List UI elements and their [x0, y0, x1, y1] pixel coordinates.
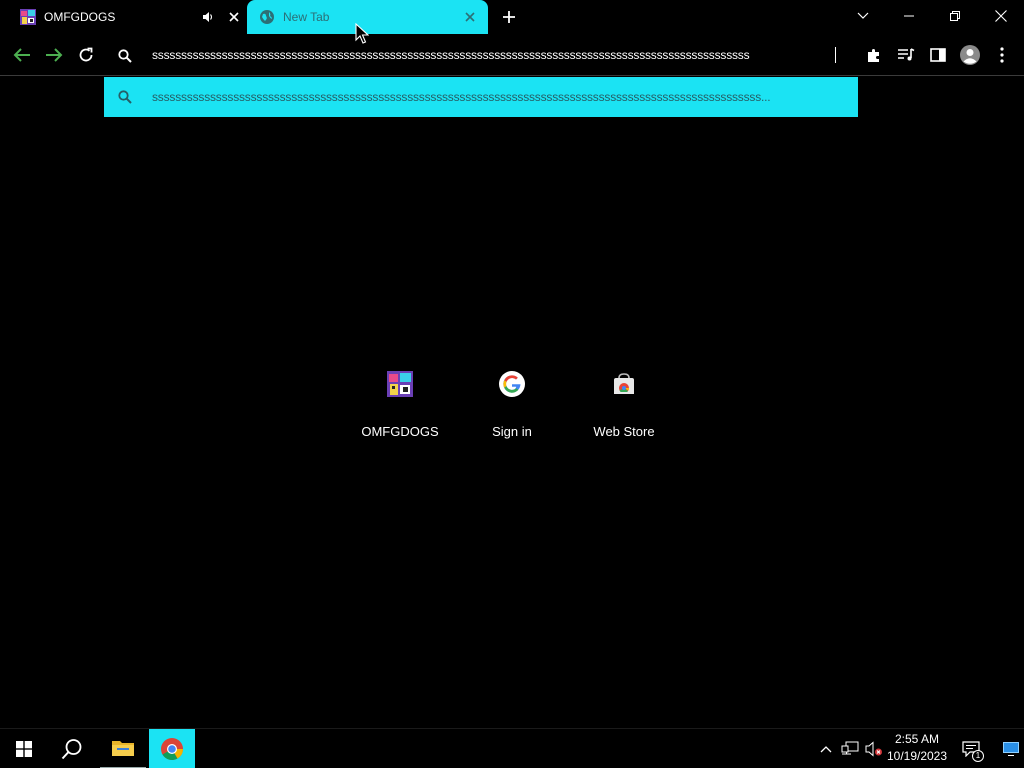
search-icon — [118, 90, 132, 104]
mouse-cursor-icon — [355, 23, 369, 44]
file-explorer-button[interactable] — [100, 729, 146, 768]
google-g-icon — [499, 371, 525, 397]
show-desktop-button[interactable] — [998, 729, 1024, 768]
suggestion-text: ssssssssssssssssssssssssssssssssssssssss… — [152, 90, 771, 104]
shortcut-tile — [376, 360, 424, 408]
notification-count-badge: 1 — [972, 750, 984, 762]
chrome-web-store-icon — [614, 373, 634, 394]
plus-icon — [503, 11, 515, 23]
speaker-icon[interactable] — [198, 7, 218, 27]
forward-button[interactable] — [42, 43, 66, 67]
chrome-icon — [161, 738, 183, 760]
shortcut-tile — [488, 360, 536, 408]
avatar-icon — [960, 45, 980, 65]
minimize-icon — [904, 15, 914, 17]
chevron-down-icon — [857, 12, 869, 19]
tab-strip: OMFGDOGS New Tab — [0, 0, 1024, 34]
profile-button[interactable] — [958, 43, 982, 67]
playlist-icon — [898, 48, 915, 61]
windows-logo-icon — [16, 741, 32, 757]
address-bar[interactable]: ssssssssssssssssssssssssssssssssssssssss… — [104, 38, 858, 74]
windows-taskbar: 2:55 AM 10/19/2023 — [0, 728, 1024, 768]
arrow-right-icon — [46, 48, 63, 62]
reload-icon — [79, 47, 93, 62]
side-panel-icon — [930, 48, 946, 62]
speaker-muted-icon — [865, 741, 882, 757]
close-tab-icon[interactable] — [224, 7, 244, 27]
media-controls-button[interactable] — [894, 43, 918, 67]
address-input[interactable]: ssssssssssssssssssssssssssssssssssssssss… — [152, 48, 836, 62]
omfgdogs-favicon — [387, 371, 413, 397]
shortcut-web-store[interactable]: Web Store — [568, 360, 680, 456]
folder-icon — [112, 741, 134, 756]
side-panel-button[interactable] — [926, 43, 950, 67]
shortcut-label: Web Store — [593, 424, 655, 439]
desktop-icon — [1003, 742, 1019, 756]
close-window-button[interactable] — [978, 0, 1024, 32]
tab-title: New Tab — [283, 10, 330, 24]
tab-title: OMFGDOGS — [44, 10, 116, 24]
tab-omfgdogs[interactable]: OMFGDOGS — [8, 0, 246, 34]
show-hidden-icons-button[interactable] — [814, 729, 838, 768]
clock-date: 10/19/2023 — [886, 749, 948, 763]
start-button[interactable] — [0, 729, 48, 768]
clock-time: 2:55 AM — [894, 732, 940, 746]
network-icon — [841, 741, 859, 755]
search-icon — [61, 739, 82, 760]
action-center-button[interactable] — [956, 729, 986, 768]
search-button[interactable] — [48, 729, 96, 768]
clock[interactable]: 2:55 AM 10/19/2023 — [886, 731, 948, 765]
extensions-button[interactable] — [862, 43, 886, 67]
reload-button[interactable] — [74, 43, 98, 67]
network-button[interactable] — [838, 729, 862, 768]
minimize-button[interactable] — [886, 0, 932, 32]
chrome-taskbar-button[interactable] — [149, 729, 195, 768]
chevron-up-icon — [820, 746, 832, 753]
omnibox-suggestion[interactable]: ssssssssssssssssssssssssssssssssssssssss… — [104, 77, 858, 117]
new-tab-button[interactable] — [498, 6, 520, 28]
shortcut-sign-in[interactable]: Sign in — [456, 360, 568, 456]
shortcut-tile — [600, 360, 648, 408]
arrow-left-icon — [13, 48, 30, 62]
search-icon — [118, 49, 132, 63]
volume-button[interactable] — [862, 729, 886, 768]
shortcut-label: Sign in — [492, 424, 532, 439]
omfgdogs-favicon — [20, 9, 36, 25]
more-vert-icon — [1000, 47, 1004, 63]
globe-icon — [260, 10, 274, 24]
puzzle-icon — [868, 49, 879, 62]
shortcut-label: OMFGDOGS — [361, 424, 439, 439]
shortcut-omfgdogs[interactable]: OMFGDOGS — [344, 360, 456, 456]
menu-button[interactable] — [990, 43, 1014, 67]
browser-toolbar: ssssssssssssssssssssssssssssssssssssssss… — [0, 34, 1024, 76]
restore-button[interactable] — [932, 0, 978, 32]
close-icon — [995, 10, 1007, 22]
tab-search-button[interactable] — [840, 0, 886, 32]
restore-icon — [950, 11, 960, 21]
back-button[interactable] — [10, 43, 34, 67]
close-tab-icon[interactable] — [460, 7, 480, 27]
text-caret — [835, 47, 836, 63]
